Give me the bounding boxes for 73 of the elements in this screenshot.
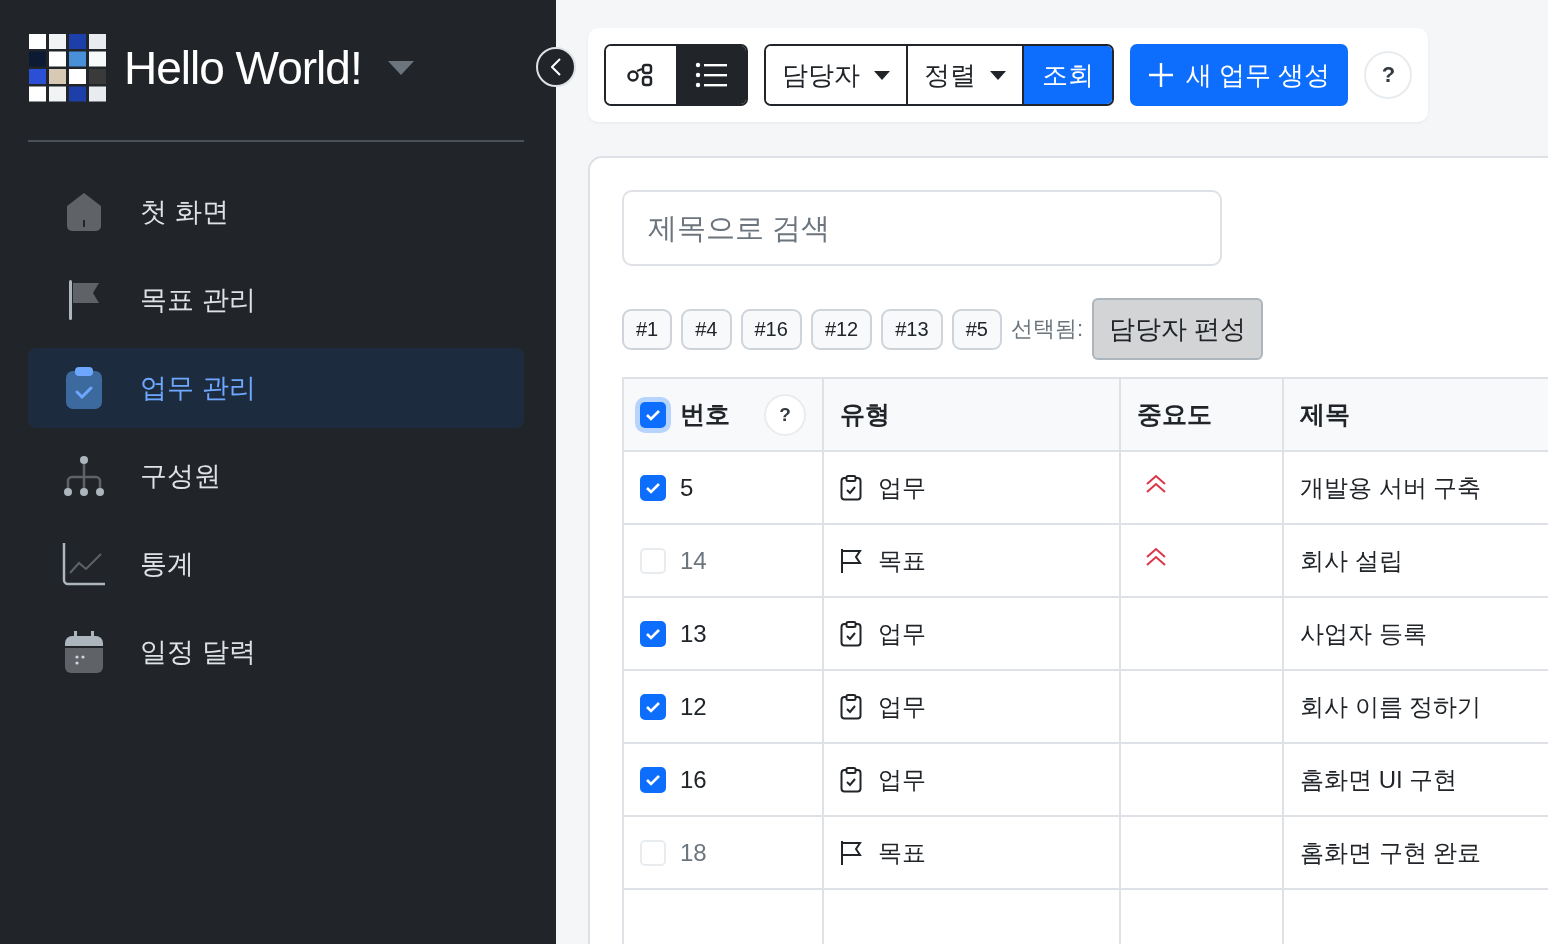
- table-cell: 사업자 등록: [1300, 619, 1427, 647]
- table-cell: 홈화면 UI 구현: [1300, 765, 1458, 793]
- selected-tag: #1: [622, 308, 673, 350]
- search-button[interactable]: 조회: [1024, 46, 1112, 104]
- create-task-button[interactable]: 새 업무 생성: [1130, 44, 1349, 106]
- clipboard-check-icon: [66, 367, 102, 409]
- selected-tag: #4: [681, 308, 732, 350]
- double-chevron-up-icon: [1145, 474, 1167, 494]
- table-cell: 14: [680, 546, 707, 575]
- selected-tag: #12: [810, 308, 873, 350]
- line-chart-icon: [62, 542, 106, 586]
- calendar-icon: [65, 631, 103, 673]
- table-cell: 5: [680, 473, 694, 502]
- table-cell-text: 업무: [878, 764, 926, 795]
- column-header: 유형: [840, 400, 890, 428]
- clipboard-check-icon: [840, 474, 862, 501]
- checkmark-icon: [645, 481, 661, 494]
- clipboard-check-icon: [840, 620, 862, 647]
- checkbox[interactable]: [640, 620, 666, 647]
- table-cell-text: 목표: [878, 545, 926, 576]
- checkbox[interactable]: [640, 766, 666, 793]
- sidebar-item[interactable]: 일정 달력: [28, 612, 524, 692]
- checkmark-icon: [645, 700, 661, 713]
- checkmark-icon: [645, 773, 661, 786]
- column-header: 중요도: [1137, 400, 1212, 428]
- clipboard-check-icon: [840, 766, 862, 793]
- table-cell: 16: [680, 765, 707, 794]
- flag-icon: [840, 839, 862, 866]
- plus-icon: [1148, 62, 1174, 88]
- help-button[interactable]: ?: [1364, 51, 1413, 99]
- sidebar-item[interactable]: 통계: [28, 524, 524, 604]
- checkbox[interactable]: [640, 474, 666, 501]
- checkmark-icon: [645, 627, 661, 640]
- table-cell-text: 업무: [878, 691, 926, 722]
- workspace-title: Hello World!: [124, 41, 362, 95]
- caret-icon: [990, 70, 1006, 80]
- sidebar-item[interactable]: 첫 화면: [28, 172, 524, 252]
- hierarchy-icon: [63, 455, 105, 497]
- caret-icon[interactable]: [387, 61, 414, 75]
- caret-icon: [874, 70, 890, 80]
- list-icon: [695, 62, 727, 88]
- table-cell: 개발용 서버 구축: [1300, 473, 1482, 501]
- filter-dropdown[interactable]: 담당자: [766, 46, 908, 104]
- sidebar-item[interactable]: 구성원: [28, 436, 524, 516]
- table-cell: 18: [680, 838, 707, 867]
- double-chevron-up-icon: [1145, 547, 1167, 567]
- column-header: 제목: [1300, 400, 1350, 428]
- selected-tag: #13: [881, 308, 943, 350]
- table-cell-text: 목표: [878, 837, 926, 868]
- sidebar-item[interactable]: 목표 관리: [28, 260, 524, 340]
- checkbox[interactable]: [640, 693, 666, 720]
- search-field[interactable]: 제목으로 검색: [622, 190, 1222, 266]
- flag-icon: [840, 547, 862, 574]
- chevron-left-icon: [551, 58, 561, 76]
- table-cell: 회사 설립: [1300, 546, 1403, 574]
- table-cell: 13: [680, 619, 707, 648]
- table-cell: 회사 이름 정하기: [1300, 692, 1482, 720]
- collapse-button[interactable]: [536, 47, 576, 87]
- sidebar-item[interactable]: 업무 관리: [28, 348, 524, 428]
- selected-label: 선택됨:: [1010, 315, 1083, 343]
- table-cell-text: 업무: [878, 472, 926, 503]
- view-toggle-button[interactable]: [676, 46, 746, 104]
- help-button[interactable]: ?: [764, 393, 806, 436]
- assign-button[interactable]: 담당자 편성: [1092, 298, 1264, 360]
- selected-tag: #5: [951, 308, 1002, 350]
- flag-icon: [67, 279, 101, 321]
- table-cell-text: 업무: [878, 618, 926, 649]
- clipboard-check-icon: [840, 693, 862, 720]
- checkmark-icon: [645, 408, 661, 421]
- selected-tag: #16: [740, 308, 802, 350]
- column-header: 번호: [680, 399, 730, 430]
- table-cell: 홈화면 구현 완료: [1300, 838, 1482, 866]
- table-cell: 12: [680, 692, 707, 721]
